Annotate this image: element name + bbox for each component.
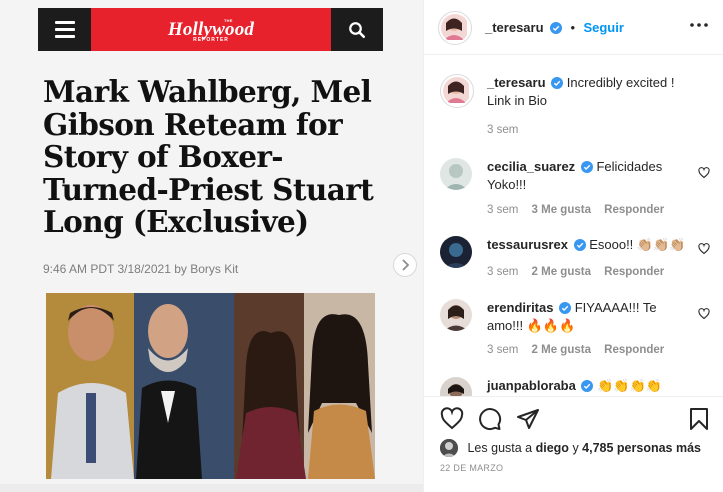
follow-button[interactable]: Seguir	[583, 20, 623, 35]
share-plane-icon[interactable]	[516, 407, 540, 436]
author-username[interactable]: _teresaru	[485, 20, 544, 35]
verified-badge-icon	[573, 239, 586, 251]
reply-button[interactable]: Responder	[604, 266, 664, 278]
comment-bubble-icon[interactable]	[478, 407, 502, 436]
comment-username[interactable]: juanpabloraba	[487, 378, 576, 393]
next-media-button[interactable]	[393, 253, 417, 277]
comment-item: tessaurusrex Esooo!! 👏🏼👏🏼👏🏼 3 sem 2 Me g…	[440, 236, 710, 278]
comment-avatar[interactable]	[440, 158, 472, 190]
caption: _teresaru Incredibly excited ! Link in B…	[440, 74, 710, 144]
reply-button[interactable]: Responder	[604, 344, 664, 356]
site-logo: THE Hollywood REPORTER	[167, 18, 255, 43]
like-comment-heart-icon[interactable]	[698, 166, 710, 184]
caption-avatar[interactable]	[440, 74, 474, 108]
hamburger-menu-icon	[38, 8, 91, 51]
liker-avatar[interactable]	[440, 439, 458, 457]
post-header: _teresaru • Seguir	[424, 0, 723, 55]
comments-list: _teresaru Incredibly excited ! Link in B…	[424, 56, 723, 396]
article-footer-strip	[0, 484, 423, 492]
article-byline: 9:46 AM PDT 3/18/2021 by Borys Kit	[43, 262, 239, 276]
comment-time[interactable]: 3 sem	[487, 344, 518, 356]
likes-summary: Les gusta a diego y 4,785 personas más	[440, 439, 701, 457]
verified-badge-icon	[551, 77, 564, 89]
like-heart-icon[interactable]	[440, 407, 464, 436]
comment-username[interactable]: erendiritas	[487, 300, 553, 315]
reply-button[interactable]: Responder	[604, 204, 664, 216]
article-headline: Mark Wahlberg, Mel Gibson Reteam for Sto…	[43, 74, 374, 239]
comment-text: Esooo!! 👏🏼👏🏼👏🏼	[589, 237, 686, 252]
author-avatar[interactable]	[438, 11, 472, 45]
caption-text: _teresaru Incredibly excited ! Link in B…	[487, 75, 675, 108]
comment-item: cecilia_suarez Felicidades Yoko!!! 3 sem…	[440, 158, 710, 218]
post-media: THE Hollywood REPORTER Mark Wahlberg, Me…	[0, 0, 423, 492]
comment-item: juanpabloraba 👏👏👏👏	[440, 377, 710, 396]
verified-badge-icon	[581, 380, 594, 392]
more-options-icon[interactable]	[688, 14, 710, 41]
post-date[interactable]: 22 DE MARZO	[440, 463, 503, 473]
caption-username[interactable]: _teresaru	[487, 75, 546, 90]
search-icon	[331, 8, 383, 51]
chevron-right-icon	[402, 259, 410, 271]
article-photo	[46, 293, 375, 479]
comment-avatar[interactable]	[440, 299, 472, 331]
caption-meta: 3 sem	[487, 124, 518, 136]
comment-time[interactable]: 3 sem	[487, 204, 518, 216]
verified-badge-icon	[580, 161, 593, 173]
comment-text: 👏👏👏👏	[597, 378, 662, 393]
save-bookmark-icon[interactable]	[688, 407, 710, 436]
comment-username[interactable]: tessaurusrex	[487, 237, 568, 252]
likes-count[interactable]: 4,785 personas más	[582, 441, 701, 455]
article-screenshot: THE Hollywood REPORTER Mark Wahlberg, Me…	[0, 0, 423, 492]
verified-badge-icon	[559, 302, 572, 314]
like-comment-heart-icon[interactable]	[698, 307, 710, 325]
verified-badge-icon	[550, 22, 562, 34]
caption-time[interactable]: 3 sem	[487, 124, 518, 136]
site-header: THE Hollywood REPORTER	[38, 8, 383, 51]
liker-username[interactable]: diego	[536, 441, 569, 455]
comment-likes[interactable]: 2 Me gusta	[532, 344, 591, 356]
comment-item: erendiritas FIYAAAA!!! Te amo!!! 🔥🔥🔥 3 s…	[440, 299, 710, 359]
comment-username[interactable]: cecilia_suarez	[487, 159, 575, 174]
comment-avatar[interactable]	[440, 377, 472, 396]
comment-likes[interactable]: 3 Me gusta	[532, 204, 591, 216]
comment-avatar[interactable]	[440, 236, 472, 268]
post-actions: Les gusta a diego y 4,785 personas más 2…	[424, 396, 723, 492]
post-panel: _teresaru • Seguir _teresaru Incredibly …	[423, 0, 723, 492]
comment-likes[interactable]: 2 Me gusta	[532, 266, 591, 278]
comment-time[interactable]: 3 sem	[487, 266, 518, 278]
like-comment-heart-icon[interactable]	[698, 242, 710, 260]
